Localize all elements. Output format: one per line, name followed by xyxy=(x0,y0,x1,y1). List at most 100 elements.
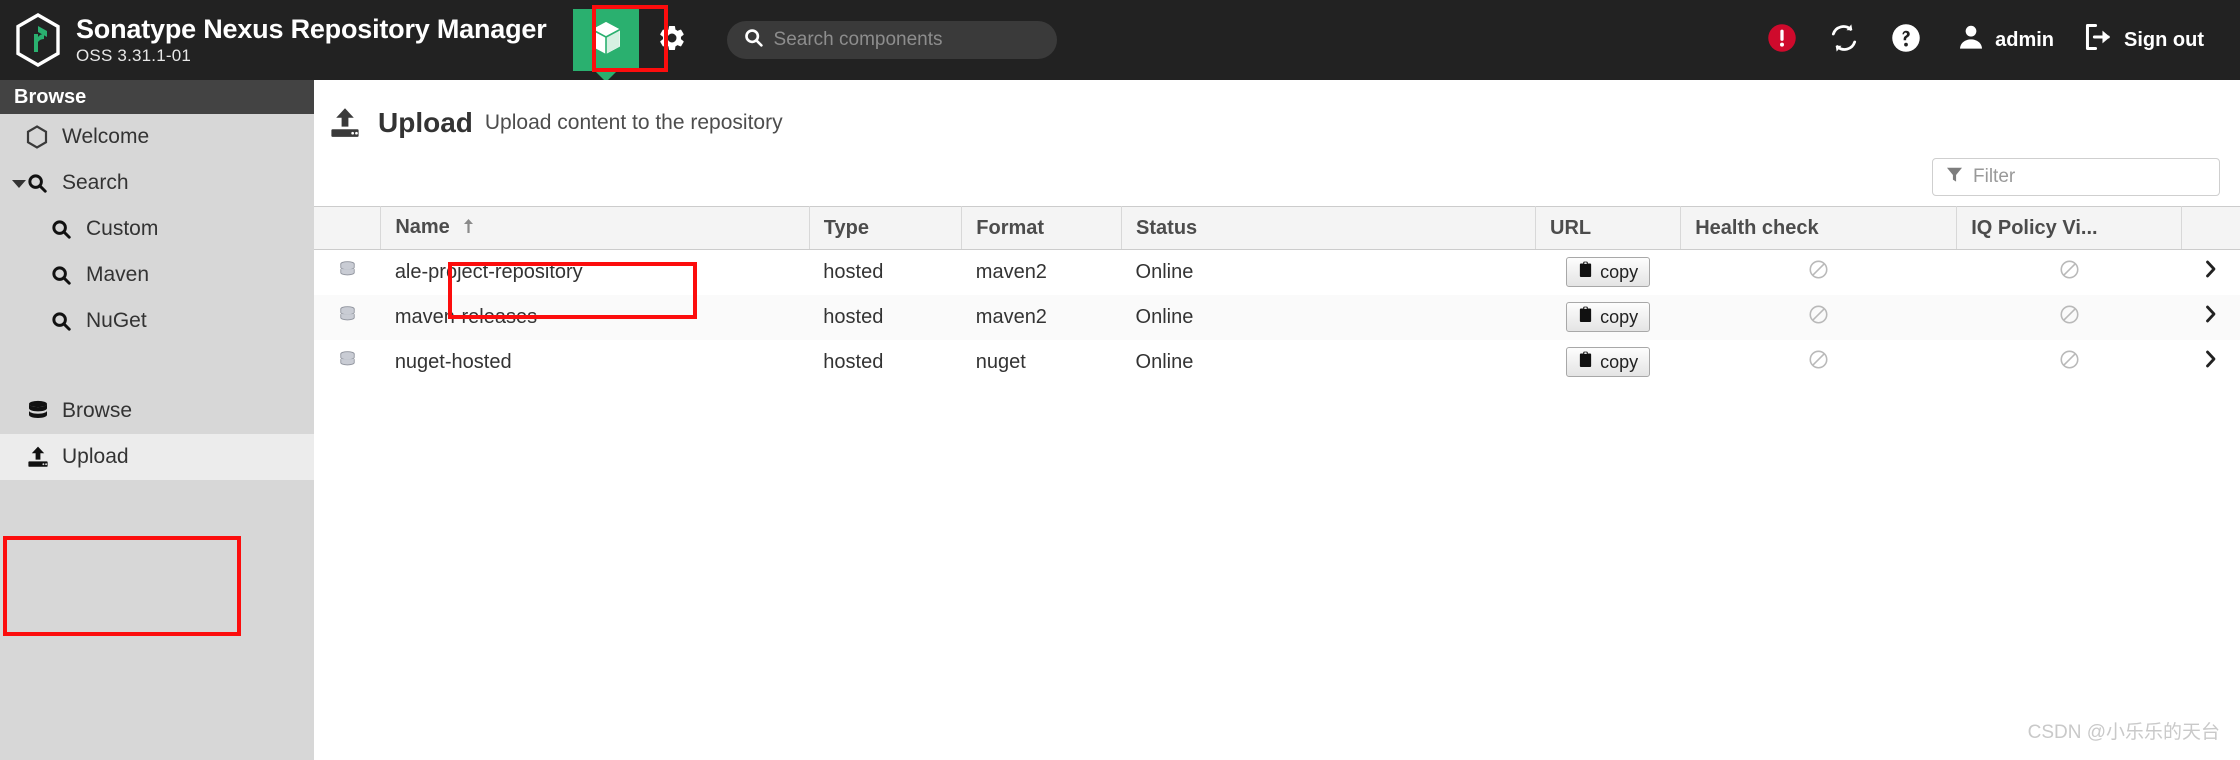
search-icon xyxy=(50,264,78,286)
browse-cube-button[interactable] xyxy=(572,9,639,82)
sidebar-section-header: Browse xyxy=(0,80,314,114)
user-name-label: admin xyxy=(1995,28,2055,51)
sidebar-item-label: Welcome xyxy=(62,125,150,148)
copy-url-button[interactable]: copy xyxy=(1566,302,1651,332)
column-header-icon xyxy=(314,206,382,250)
row-health-check-cell xyxy=(1680,339,1957,385)
not-available-icon xyxy=(2059,304,2080,330)
sidebar-item-custom[interactable]: Custom xyxy=(0,206,314,252)
row-url-cell: copy xyxy=(1535,339,1681,385)
refresh-sync-icon xyxy=(1828,22,1860,59)
sidebar-item-label: Browse xyxy=(62,399,133,422)
sidebar-section-title: Browse xyxy=(14,85,87,108)
row-format: maven2 xyxy=(961,249,1122,295)
not-available-icon xyxy=(2059,260,2080,285)
clipboard-icon xyxy=(1578,351,1593,373)
sidebar-item-welcome[interactable]: Welcome xyxy=(0,114,314,160)
header-right-controls: admin Sign out xyxy=(1751,9,2240,71)
hexagon-icon xyxy=(26,125,54,149)
help-button[interactable] xyxy=(1875,9,1937,71)
brand-title: Sonatype Nexus Repository Manager xyxy=(76,14,547,45)
sign-out-button[interactable]: Sign out xyxy=(2064,9,2214,71)
copy-button-label: copy xyxy=(1600,261,1639,282)
nexus-repository-manager-app: Sonatype Nexus Repository Manager OSS 3.… xyxy=(0,0,2240,760)
sidebar-item-label: Maven xyxy=(86,263,150,286)
sidebar-item-search[interactable]: Search xyxy=(0,160,314,206)
sidebar-item-nuget[interactable]: NuGet xyxy=(0,298,314,344)
not-available-icon xyxy=(1808,349,1829,375)
row-name: maven-releases xyxy=(380,294,810,340)
user-avatar-icon xyxy=(1957,23,1985,57)
copy-button-label: copy xyxy=(1600,351,1639,372)
table-row[interactable]: nuget-hosted hosted nuget Online copy xyxy=(314,339,2240,385)
row-expand-cell[interactable] xyxy=(2181,339,2240,385)
funnel-filter-icon xyxy=(1945,165,1964,189)
row-name: nuget-hosted xyxy=(380,339,810,385)
row-iq-policy-cell xyxy=(1956,249,2182,295)
alert-button[interactable] xyxy=(1751,9,1813,71)
sign-out-icon xyxy=(2084,23,2114,57)
global-search-box[interactable] xyxy=(726,21,1057,59)
search-icon xyxy=(50,218,78,240)
copy-button-label: copy xyxy=(1600,306,1639,327)
row-type-icon-cell xyxy=(314,249,381,295)
alert-exclamation-icon xyxy=(1767,23,1797,58)
settings-gear-button[interactable] xyxy=(639,9,705,71)
row-name: ale-project-repository xyxy=(380,249,810,295)
page-subtitle: Upload content to the repository xyxy=(484,111,783,134)
row-iq-policy-cell xyxy=(1956,339,2182,385)
sidebar-item-label: Search xyxy=(62,171,129,194)
cube-icon xyxy=(589,20,623,61)
copy-url-button[interactable]: copy xyxy=(1566,347,1651,377)
filter-input[interactable] xyxy=(1973,166,2203,188)
user-menu-button[interactable]: admin xyxy=(1937,9,2064,71)
search-input[interactable] xyxy=(773,29,1041,51)
row-expand-cell[interactable] xyxy=(2181,249,2240,295)
search-icon xyxy=(26,172,54,194)
help-question-icon xyxy=(1891,23,1921,58)
table-row[interactable]: ale-project-repository hosted maven2 Onl… xyxy=(314,249,2240,295)
column-header-name[interactable]: Name xyxy=(380,206,810,250)
column-header-status[interactable]: Status xyxy=(1121,206,1536,250)
column-header-format[interactable]: Format xyxy=(961,206,1123,250)
column-header-iq-policy[interactable]: IQ Policy Vi... xyxy=(1956,206,2183,250)
main-content: Upload Upload content to the repository xyxy=(314,80,2240,760)
not-available-icon xyxy=(1808,260,1829,285)
refresh-button[interactable] xyxy=(1813,9,1875,71)
sidebar-item-browse[interactable]: Browse xyxy=(0,388,314,434)
sidebar-item-label: Custom xyxy=(86,217,159,240)
column-header-health-check[interactable]: Health check xyxy=(1680,206,1958,250)
column-header-url[interactable]: URL xyxy=(1535,206,1682,250)
copy-url-button[interactable]: copy xyxy=(1566,257,1651,288)
column-header-type[interactable]: Type xyxy=(809,206,963,250)
database-icon xyxy=(338,350,357,375)
search-icon xyxy=(50,310,78,332)
database-icon xyxy=(338,260,357,285)
row-iq-policy-cell xyxy=(1956,294,2182,340)
sort-ascending-icon xyxy=(462,217,475,240)
clipboard-icon xyxy=(1578,306,1593,328)
chevron-right-icon xyxy=(2203,350,2219,374)
row-url-cell: copy xyxy=(1535,249,1681,295)
row-format: maven2 xyxy=(961,294,1122,340)
row-status: Online xyxy=(1121,249,1536,295)
database-icon xyxy=(26,399,54,423)
column-header-more xyxy=(2181,206,2240,250)
row-format: nuget xyxy=(961,339,1122,385)
chevron-down-icon xyxy=(12,180,26,188)
row-expand-cell[interactable] xyxy=(2181,294,2240,340)
sidebar-item-maven[interactable]: Maven xyxy=(0,252,314,298)
row-type-icon-cell xyxy=(314,294,381,340)
chevron-right-icon xyxy=(2203,260,2219,284)
page-title: Upload xyxy=(378,107,473,138)
filter-box[interactable] xyxy=(1932,158,2220,196)
table-row[interactable]: maven-releases hosted maven2 Online copy xyxy=(314,294,2240,340)
sidebar-item-upload[interactable]: Upload xyxy=(0,434,314,480)
sidebar-item-label: NuGet xyxy=(86,309,147,332)
row-type-icon-cell xyxy=(314,339,381,385)
sidebar: Browse Welcome Search Custom Maven NuGet… xyxy=(0,80,314,760)
not-available-icon xyxy=(1808,304,1829,330)
page-header: Upload Upload content to the repository xyxy=(314,80,2240,144)
row-health-check-cell xyxy=(1680,249,1957,295)
